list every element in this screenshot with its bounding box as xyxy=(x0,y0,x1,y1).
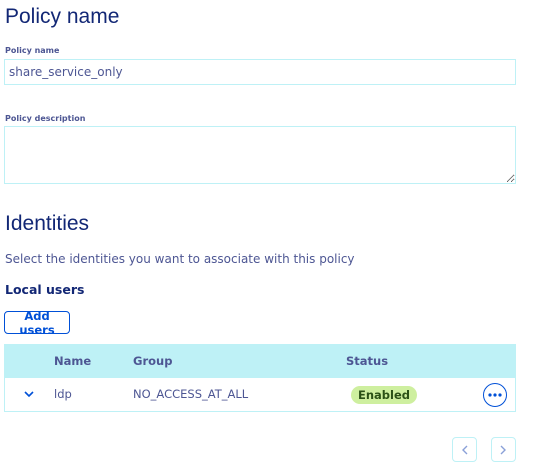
local-users-heading: Local users xyxy=(5,282,85,297)
policy-description-label: Policy description xyxy=(5,114,86,123)
policy-description-field[interactable] xyxy=(4,126,516,184)
more-horizontal-icon[interactable] xyxy=(483,383,507,407)
column-header-name[interactable]: Name xyxy=(54,354,91,368)
policy-name-label: Policy name xyxy=(5,46,60,55)
policy-name-input[interactable] xyxy=(4,59,516,85)
users-table: Name Group Status ldp NO_ACCESS_AT_ALL E… xyxy=(4,344,516,412)
chevron-down-icon[interactable] xyxy=(22,387,36,401)
status-badge: Enabled xyxy=(351,386,418,404)
column-header-status[interactable]: Status xyxy=(346,354,388,368)
page-title: Policy name xyxy=(5,5,120,28)
table-header: Name Group Status xyxy=(4,344,516,378)
identities-description: Select the identities you want to associ… xyxy=(5,252,355,266)
row-user-group: NO_ACCESS_AT_ALL xyxy=(133,387,249,401)
table-row: ldp NO_ACCESS_AT_ALL Enabled xyxy=(4,378,516,412)
identities-heading: Identities xyxy=(5,212,90,235)
policy-form-page: Policy name Policy name Policy descripti… xyxy=(0,0,545,471)
chevron-left-icon xyxy=(462,445,468,454)
pagination-prev-button[interactable] xyxy=(452,437,477,462)
pagination-next-button[interactable] xyxy=(491,437,516,462)
row-user-name: ldp xyxy=(54,387,72,401)
chevron-right-icon xyxy=(500,445,506,454)
add-users-button[interactable]: Add users xyxy=(4,309,70,337)
column-header-group[interactable]: Group xyxy=(133,354,172,368)
